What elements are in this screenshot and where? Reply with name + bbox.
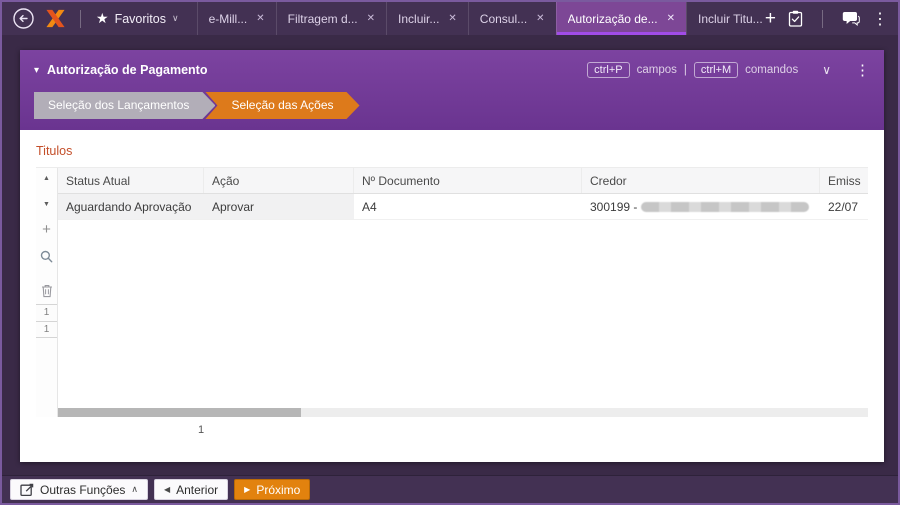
new-tab-button[interactable]: + — [765, 9, 776, 28]
column-header-status-atual[interactable]: Status Atual — [58, 168, 204, 193]
main-panel: ▾ Autorização de Pagamento ctrl+P campos… — [20, 50, 884, 462]
creditor-code: 300199 - — [590, 200, 638, 214]
tab-incluir[interactable]: Incluir... ✕ — [386, 2, 468, 35]
edit-window-icon — [20, 483, 34, 496]
clipboard-icon — [788, 10, 803, 27]
commands-label: comandos — [745, 64, 799, 76]
other-functions-label: Outras Funções — [40, 482, 126, 497]
cell-status[interactable]: Aguardando Aprovação — [58, 194, 204, 219]
step-selecao-das-acoes[interactable]: Seleção das Ações — [205, 92, 359, 119]
grid: Status Atual Ação Nº Documento Credor Em… — [58, 168, 868, 220]
tab-label: e-Mill... — [208, 11, 248, 26]
scrollbar-thumb[interactable] — [58, 408, 301, 417]
previous-label: Anterior — [176, 482, 219, 497]
overflow-menu-button[interactable]: ⋮ — [872, 9, 888, 29]
shortcut-hints: ctrl+P campos | ctrl+M comandos — [587, 62, 798, 78]
back-arrow-icon — [12, 8, 34, 29]
tab-label: Incluir... — [398, 11, 440, 26]
grid-toolbar: ▲ ▼ + 1 1 — [36, 168, 58, 417]
magnifier-icon — [40, 250, 53, 263]
other-functions-button[interactable]: Outras Funções ∧ — [10, 479, 148, 500]
add-row-button[interactable]: + — [36, 221, 57, 238]
next-label: Próximo — [256, 482, 301, 497]
chat-icon — [842, 12, 860, 26]
tab-label: Incluir Titu... — [698, 11, 763, 26]
kbd-ctrl-p: ctrl+P — [587, 62, 630, 78]
favorites-menu[interactable]: ★ Favoritos ∨ — [88, 10, 187, 27]
close-icon[interactable]: ✕ — [667, 13, 675, 24]
cell-emissao[interactable]: 22/07 — [820, 194, 868, 219]
column-header-emissao[interactable]: Emiss — [820, 168, 868, 193]
sort-desc-icon[interactable]: ▼ — [36, 201, 57, 208]
panel-chevron-down-icon[interactable]: ∨ — [822, 63, 831, 77]
tab-incluir-titulos[interactable]: Incluir Titu... ✕ — [686, 2, 763, 35]
triangle-left-icon: ◀ — [163, 484, 171, 494]
grid-row[interactable]: Aguardando Aprovação Aprovar A4 300199 -… — [58, 194, 868, 220]
grid-header-row: Status Atual Ação Nº Documento Credor Em… — [58, 168, 868, 194]
chevron-down-icon: ∨ — [171, 13, 179, 23]
panel-title-row: ▾ Autorização de Pagamento ctrl+P campos… — [20, 50, 884, 90]
tab-label: Consul... — [479, 11, 528, 26]
back-button[interactable] — [10, 6, 36, 32]
close-icon[interactable]: ✕ — [448, 13, 456, 24]
panel-menu-button[interactable]: ⋮ — [855, 61, 870, 79]
kbd-ctrl-m: ctrl+M — [693, 62, 739, 78]
step-selecao-dos-lancamentos[interactable]: Seleção dos Lançamentos — [34, 92, 215, 119]
tab-label: Filtragem d... — [287, 11, 358, 26]
tab-e-millennium[interactable]: e-Mill... ✕ — [196, 2, 276, 35]
app-logo-icon — [44, 8, 67, 29]
horizontal-scrollbar[interactable] — [58, 408, 868, 417]
topbar-actions: + ⋮ — [763, 9, 890, 29]
delete-row-button[interactable] — [36, 284, 57, 298]
shortcut-separator: | — [683, 64, 687, 76]
step-label: Seleção dos Lançamentos — [48, 98, 190, 112]
wizard-steps: Seleção dos Lançamentos Seleção das Açõe… — [34, 92, 360, 119]
tab-label: Autorização de... — [567, 11, 658, 26]
tab-consulta[interactable]: Consul... ✕ — [467, 2, 556, 35]
tab-strip: e-Mill... ✕ Filtragem d... ✕ Incluir... … — [196, 2, 763, 35]
panel-header: ▾ Autorização de Pagamento ctrl+P campos… — [20, 50, 884, 130]
column-header-credor[interactable]: Credor — [582, 168, 820, 193]
fields-label: campos — [636, 64, 677, 76]
cell-documento[interactable]: A4 — [354, 194, 582, 219]
step-label: Seleção das Ações — [231, 98, 334, 112]
app-window: ★ Favoritos ∨ e-Mill... ✕ Filtragem d...… — [0, 0, 900, 505]
topbar: ★ Favoritos ∨ e-Mill... ✕ Filtragem d...… — [2, 2, 898, 35]
topbar-divider — [822, 9, 823, 28]
cell-credor[interactable]: 300199 - — [582, 194, 820, 219]
page-indicator: 1 — [198, 424, 205, 436]
panel-title: Autorização de Pagamento — [47, 63, 208, 77]
chat-button[interactable] — [842, 11, 860, 26]
collapse-caret-icon[interactable]: ▾ — [34, 65, 39, 76]
column-header-acao[interactable]: Ação — [204, 168, 354, 193]
favorites-label: Favoritos — [114, 11, 166, 26]
redacted-text — [641, 202, 810, 212]
clipboard-button[interactable] — [788, 10, 803, 27]
search-rows-button[interactable] — [36, 250, 57, 263]
column-header-documento[interactable]: Nº Documento — [354, 168, 582, 193]
row-number: 1 — [36, 321, 57, 338]
row-number: 1 — [36, 304, 57, 321]
close-icon[interactable]: ✕ — [256, 13, 264, 24]
trash-icon — [41, 285, 52, 298]
close-icon[interactable]: ✕ — [536, 13, 544, 24]
footer-bar: Outras Funções ∧ ◀ Anterior ▶ Próximo — [2, 475, 898, 503]
sort-asc-icon[interactable]: ▲ — [36, 175, 57, 182]
star-icon: ★ — [96, 10, 109, 26]
plus-icon: + — [764, 8, 776, 29]
data-grid: ▲ ▼ + 1 1 Status Atual Ação Nº Documento… — [36, 167, 868, 417]
cell-acao[interactable]: Aprovar — [204, 194, 354, 219]
previous-button[interactable]: ◀ Anterior — [153, 479, 229, 500]
next-button[interactable]: ▶ Próximo — [234, 479, 311, 500]
tab-autorizacao-de-pagamento[interactable]: Autorização de... ✕ — [555, 2, 686, 35]
close-icon[interactable]: ✕ — [367, 13, 375, 24]
topbar-divider — [80, 9, 81, 28]
tab-filtragem[interactable]: Filtragem d... ✕ — [275, 2, 386, 35]
chevron-up-icon: ∧ — [131, 484, 138, 494]
section-title: Titulos — [36, 144, 73, 158]
triangle-right-icon: ▶ — [244, 484, 251, 494]
